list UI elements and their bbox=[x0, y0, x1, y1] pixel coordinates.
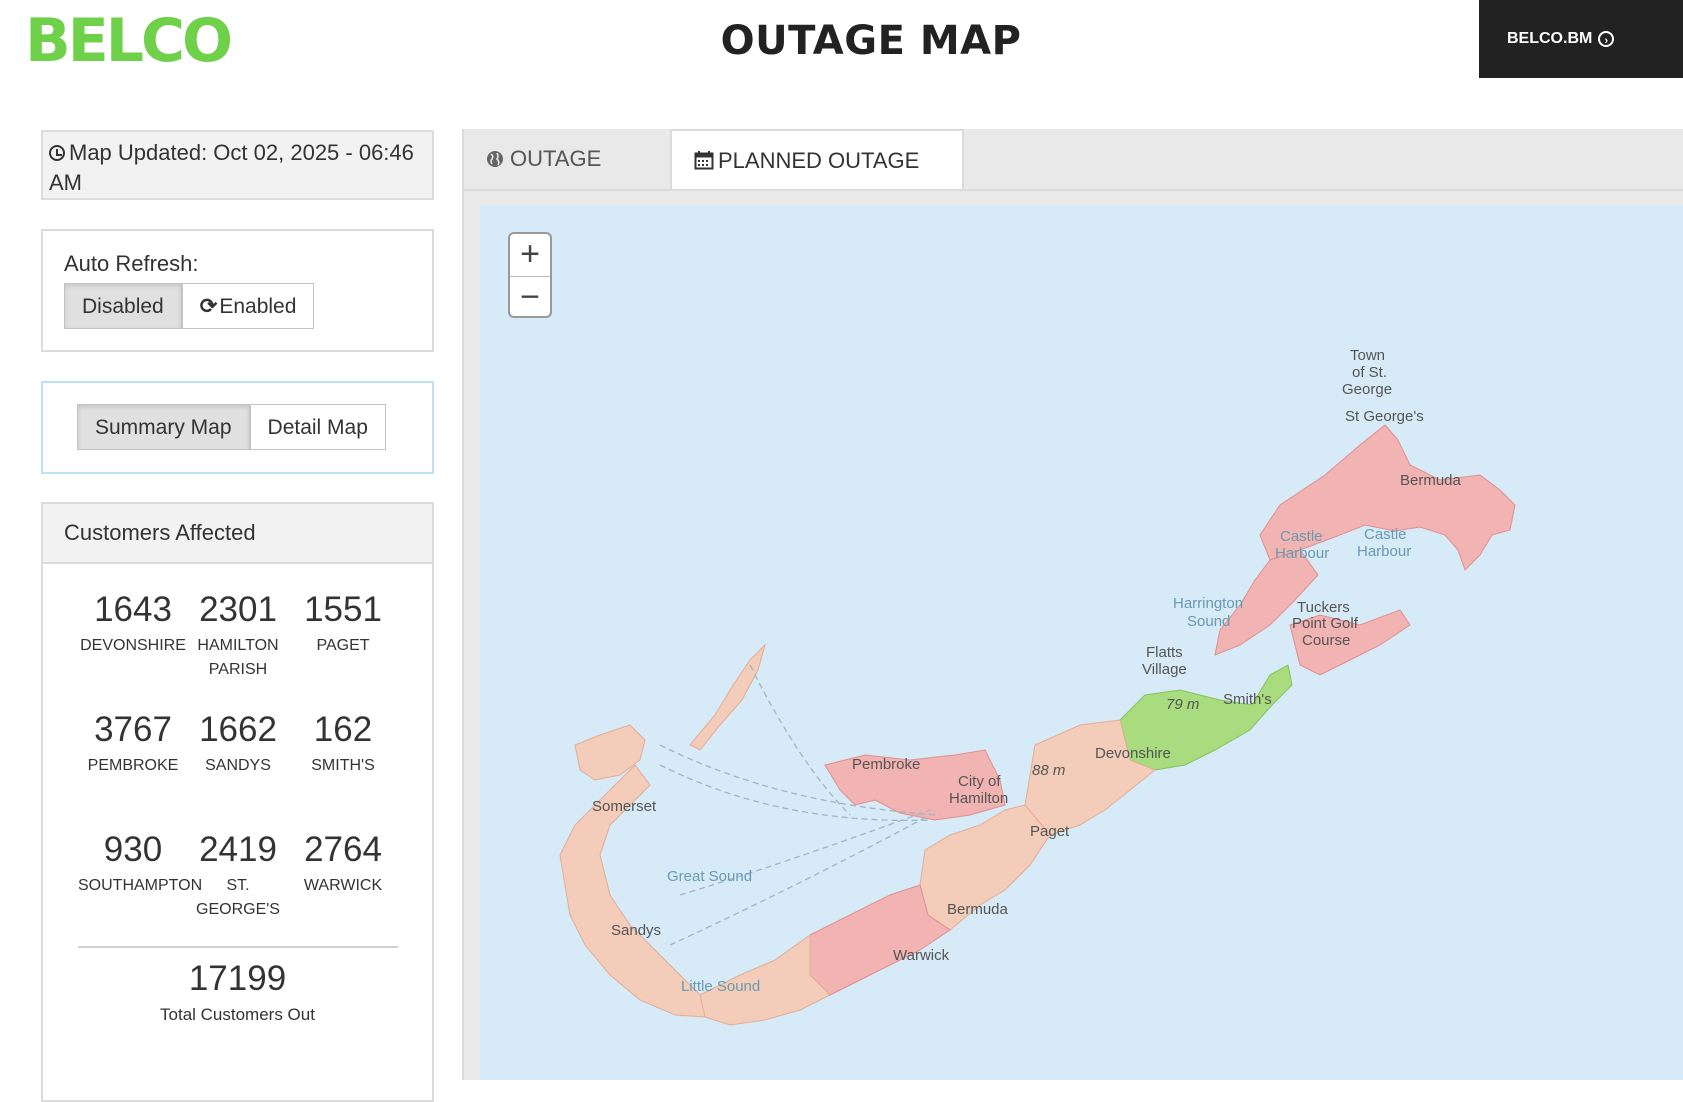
parish-name: HAMILTON PARISH bbox=[197, 637, 279, 678]
auto-refresh-toggle: Disabled ⟳Enabled bbox=[64, 283, 411, 329]
map-label: Sound bbox=[1187, 613, 1230, 630]
parish-name: SANDYS bbox=[205, 757, 271, 774]
parish-count: 3767 bbox=[94, 710, 172, 749]
map-label: Bermuda bbox=[947, 901, 1009, 918]
zoom-in-button[interactable]: + bbox=[510, 234, 550, 276]
map-label: Smith's bbox=[1223, 691, 1272, 708]
map-label: Bermuda bbox=[1400, 472, 1462, 489]
map-label: Castle bbox=[1280, 528, 1323, 545]
north-islands bbox=[689, 643, 766, 751]
auto-refresh-panel: Auto Refresh: Disabled ⟳Enabled bbox=[41, 229, 434, 352]
parish-count: 1551 bbox=[304, 590, 382, 629]
total-divider bbox=[78, 946, 398, 948]
tab-outage-map[interactable]: OUTAGE MAP bbox=[464, 129, 666, 231]
parish-name: SMITH'S bbox=[311, 757, 375, 774]
customers-affected-title: Customers Affected bbox=[43, 504, 432, 564]
detail-map-button[interactable]: Detail Map bbox=[249, 404, 386, 450]
parish-name: SOUTHAMPTON bbox=[78, 877, 203, 894]
parish-count: 162 bbox=[313, 710, 373, 749]
calendar-icon bbox=[694, 151, 714, 170]
map-label: Harrington bbox=[1173, 595, 1243, 612]
parish-stat: 162 SMITH'S bbox=[288, 710, 398, 778]
map-mode-toggle: Summary Map Detail Map bbox=[77, 404, 398, 450]
map-label: 88 m bbox=[1032, 762, 1065, 779]
map-label: St George's bbox=[1345, 408, 1424, 425]
map-label: Great Sound bbox=[667, 868, 752, 885]
parish-count: 930 bbox=[103, 830, 163, 869]
parish-name: ST. GEORGE'S bbox=[196, 877, 280, 918]
map-label: Tuckers bbox=[1297, 599, 1350, 616]
map-mode-panel: Summary Map Detail Map bbox=[41, 381, 434, 474]
parish-count: 2764 bbox=[304, 830, 382, 869]
refresh-icon: ⟳ bbox=[199, 295, 218, 318]
chevron-right-icon: › bbox=[1598, 31, 1615, 47]
parish-count: 1643 bbox=[94, 590, 172, 629]
auto-refresh-label: Auto Refresh: bbox=[64, 251, 199, 276]
parish-count: 1662 bbox=[199, 710, 277, 749]
map-label: Flatts bbox=[1146, 644, 1183, 661]
page-title: OUTAGE MAP bbox=[720, 18, 1022, 64]
map-label: Village bbox=[1142, 661, 1187, 678]
map-label: City of bbox=[958, 773, 1001, 790]
parish-stat: 1662 SANDYS bbox=[183, 710, 293, 778]
parish-count: 2419 bbox=[199, 830, 277, 869]
total-count: 17199 bbox=[188, 959, 287, 998]
zoom-out-button[interactable]: − bbox=[510, 276, 550, 319]
map-label: Point Golf bbox=[1292, 615, 1359, 632]
refresh-disabled-button[interactable]: Disabled bbox=[64, 283, 182, 329]
map-label: Paget bbox=[1030, 823, 1070, 840]
map-label: Harbour bbox=[1275, 545, 1329, 562]
parish-stat: 2764 WARWICK bbox=[288, 830, 398, 898]
clock-icon bbox=[49, 145, 65, 161]
bermuda-map-layer: Town of St. George St George's Bermuda C… bbox=[559, 347, 1516, 1026]
parish-stat: 1643 DEVONSHIRE bbox=[78, 590, 188, 658]
map-label: Devonshire bbox=[1095, 745, 1171, 762]
globe-icon bbox=[487, 151, 503, 167]
belco-site-link[interactable]: BELCO.BM › bbox=[1479, 0, 1683, 78]
parish-stat: 1551 PAGET bbox=[288, 590, 398, 658]
parish-name: PEMBROKE bbox=[87, 757, 179, 774]
map-updated-box: Map Updated: Oct 02, 2025 - 06:46 AM bbox=[41, 130, 434, 200]
total-label: Total Customers Out bbox=[160, 1005, 315, 1024]
tab-underline bbox=[464, 189, 1683, 191]
parish-stat: 2301 HAMILTON PARISH bbox=[183, 590, 293, 682]
map-label: Little Sound bbox=[681, 978, 760, 995]
map-label: George bbox=[1342, 381, 1392, 398]
refresh-enabled-button[interactable]: ⟳Enabled bbox=[181, 283, 315, 329]
total-customers-out: 17199 Total Customers Out bbox=[43, 959, 432, 1025]
site-link-label: BELCO.BM bbox=[1507, 30, 1593, 47]
map-label: Hamilton bbox=[949, 790, 1008, 807]
tab-planned-outage-list[interactable]: PLANNED OUTAGE LIST bbox=[670, 129, 964, 233]
zoom-control: + − bbox=[508, 232, 552, 318]
parish-stat: 3767 PEMBROKE bbox=[78, 710, 188, 778]
summary-map-button[interactable]: Summary Map bbox=[77, 404, 250, 450]
map-tabs-container: OUTAGE MAP PLANNED OUTAGE LIST Town bbox=[462, 129, 1683, 1080]
customers-affected-panel: Customers Affected 1643 DEVONSHIRE 2301 … bbox=[41, 502, 434, 1102]
map-label: Pembroke bbox=[852, 756, 920, 773]
map-updated-text: Map Updated: Oct 02, 2025 - 06:46 AM bbox=[49, 140, 414, 195]
map-label: 79 m bbox=[1166, 696, 1199, 713]
map-label: Town bbox=[1350, 347, 1385, 364]
map-label: Somerset bbox=[592, 798, 657, 815]
map-label: Castle bbox=[1364, 526, 1407, 543]
map-label: of St. bbox=[1352, 364, 1387, 381]
map-label: Warwick bbox=[893, 947, 950, 964]
parish-stat: 930 SOUTHAMPTON bbox=[78, 830, 203, 898]
refresh-enabled-label: Enabled bbox=[219, 295, 297, 318]
parish-count: 2301 bbox=[199, 590, 277, 629]
map-label: Sandys bbox=[611, 922, 661, 939]
parish-name: WARWICK bbox=[303, 877, 383, 894]
map-label: Course bbox=[1302, 632, 1350, 649]
parish-name: DEVONSHIRE bbox=[80, 637, 186, 654]
outage-map[interactable]: Town of St. George St George's Bermuda C… bbox=[480, 205, 1683, 1080]
parish-name: PAGET bbox=[316, 637, 370, 654]
parish-stat: 2419 ST. GEORGE'S bbox=[183, 830, 293, 922]
map-label: Harbour bbox=[1357, 543, 1411, 560]
